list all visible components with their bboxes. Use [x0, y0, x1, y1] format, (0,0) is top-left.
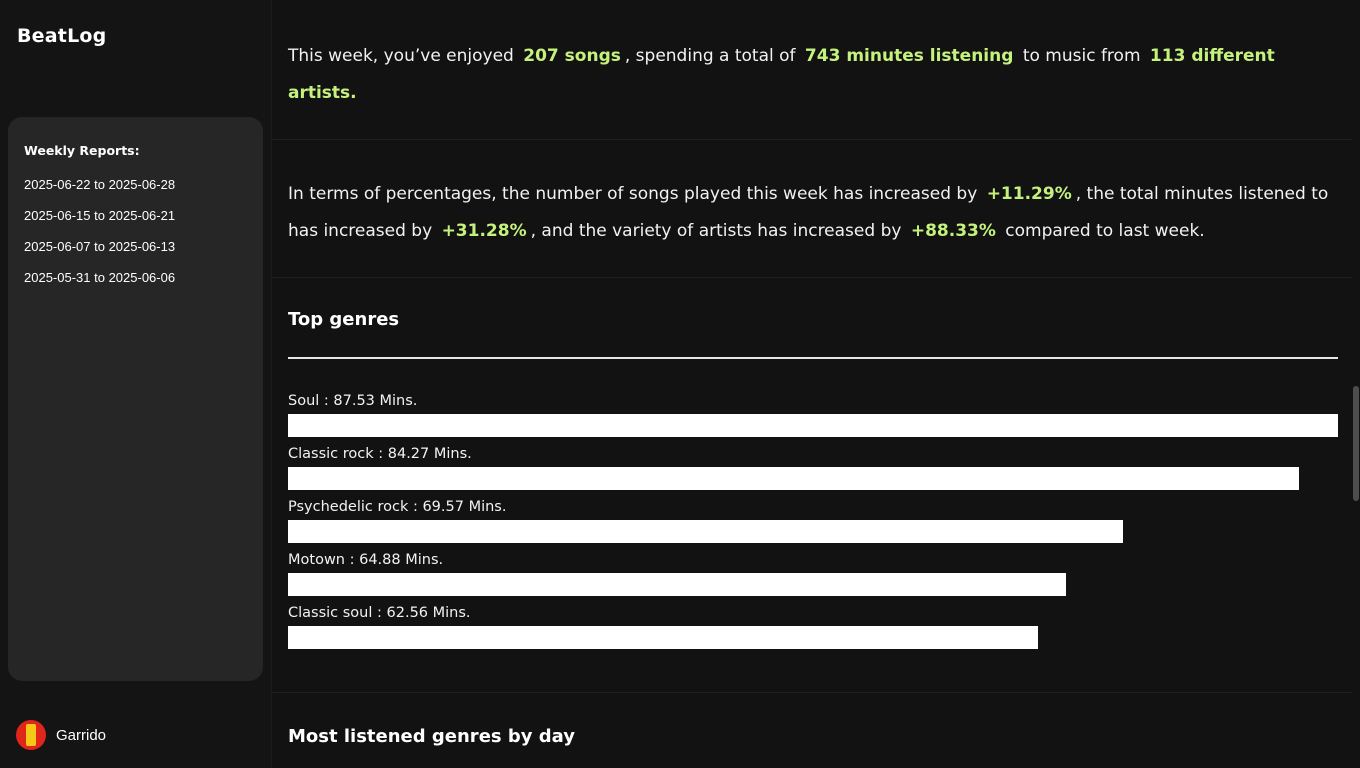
- report-link[interactable]: 2025-05-31 to 2025-06-06: [24, 271, 247, 302]
- genre-label: Soul : 87.53 Mins.: [288, 393, 418, 409]
- songs-percentage: +11.29%: [986, 184, 1072, 204]
- summary-text: to music from: [1022, 46, 1141, 66]
- summary-text: This week, you’ve enjoyed: [288, 46, 514, 66]
- summary-text: In terms of percentages, the number of s…: [288, 184, 978, 204]
- user-profile[interactable]: Garrido: [16, 720, 106, 750]
- genre-bar-track: [288, 573, 1338, 596]
- user-avatar-icon: [16, 720, 46, 750]
- genre-bar: [288, 467, 1299, 490]
- weekly-summary: This week, you’ve enjoyed 207 songs, spe…: [272, 0, 1352, 140]
- genre-label: Classic rock : 84.27 Mins.: [288, 446, 472, 462]
- weekly-reports-title: Weekly Reports:: [24, 143, 140, 158]
- genres-by-day-title: Most listened genres by day: [288, 726, 575, 747]
- genre-bar-track: [288, 467, 1338, 490]
- scrollbar-thumb[interactable]: [1353, 386, 1359, 501]
- genre-bar-track: [288, 414, 1338, 437]
- percentage-paragraph: In terms of percentages, the number of s…: [288, 176, 1338, 250]
- top-genres-title: Top genres: [288, 309, 400, 330]
- genre-bar-track: [288, 626, 1338, 649]
- genre-bar: [288, 414, 1338, 437]
- weekly-reports-panel: Weekly Reports: 2025-06-22 to 2025-06-28…: [8, 117, 263, 681]
- genre-label: Classic soul : 62.56 Mins.: [288, 605, 471, 621]
- section-divider: [288, 357, 1338, 359]
- minutes-percentage: +31.28%: [441, 221, 527, 241]
- genre-bar-track: [288, 520, 1338, 543]
- percentage-summary: In terms of percentages, the number of s…: [272, 140, 1352, 278]
- summary-text: , spending a total of: [624, 46, 796, 66]
- report-link[interactable]: 2025-06-15 to 2025-06-21: [24, 209, 247, 240]
- genre-label: Psychedelic rock : 69.57 Mins.: [288, 499, 507, 515]
- summary-text: , and the variety of artists has increas…: [530, 221, 902, 241]
- top-genres-section: Top genres Soul : 87.53 Mins. Classic ro…: [272, 278, 1352, 693]
- sidebar: BeatLog Weekly Reports: 2025-06-22 to 20…: [0, 0, 272, 768]
- minutes-total: 743 minutes listening: [804, 46, 1014, 66]
- summary-paragraph: This week, you’ve enjoyed 207 songs, spe…: [288, 38, 1338, 112]
- genres-by-day-section: Most listened genres by day: [272, 693, 1352, 747]
- genre-bar: [288, 573, 1067, 596]
- songs-count: 207 songs: [523, 46, 621, 66]
- summary-text: compared to last week.: [1005, 221, 1205, 241]
- artists-percentage: +88.33%: [910, 221, 996, 241]
- genre-label: Motown : 64.88 Mins.: [288, 552, 444, 568]
- report-link[interactable]: 2025-06-22 to 2025-06-28: [24, 178, 247, 209]
- genre-bar: [288, 626, 1039, 649]
- scrollbar[interactable]: [1352, 0, 1360, 768]
- genre-bar: [288, 520, 1123, 543]
- app-logo[interactable]: BeatLog: [17, 25, 106, 47]
- report-link[interactable]: 2025-06-07 to 2025-06-13: [24, 240, 247, 271]
- username: Garrido: [56, 726, 107, 744]
- main-content: This week, you’ve enjoyed 207 songs, spe…: [272, 0, 1352, 768]
